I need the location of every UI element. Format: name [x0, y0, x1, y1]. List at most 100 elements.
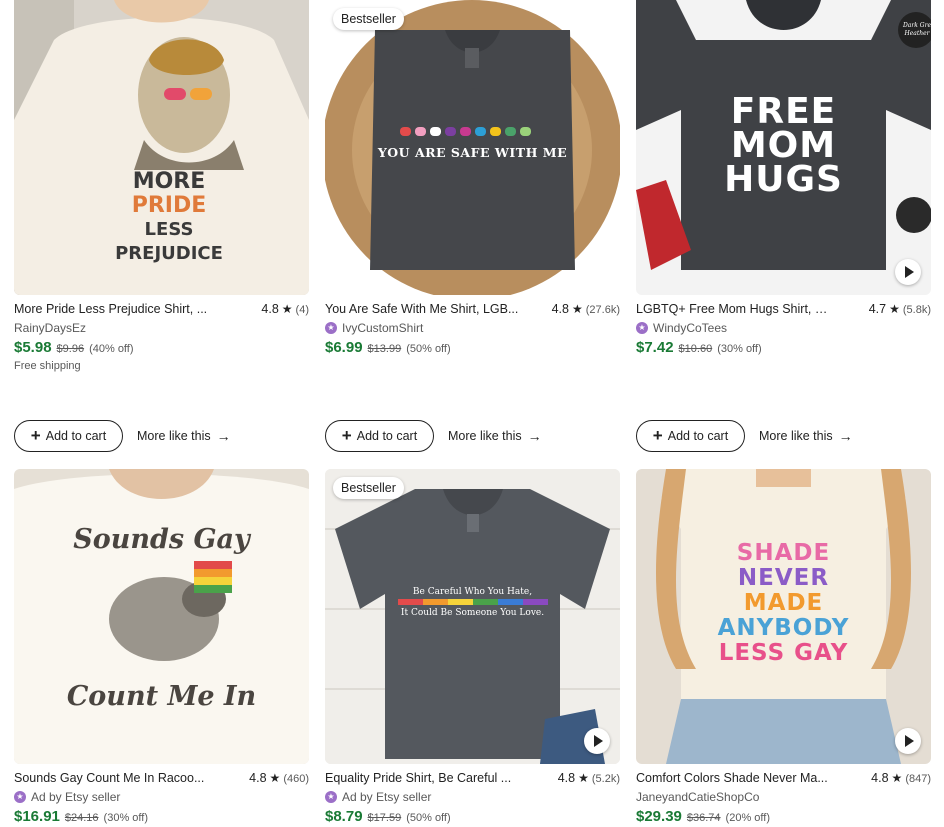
bestseller-badge: Bestseller — [333, 477, 404, 499]
star-icon: ★ — [571, 302, 583, 316]
product-title[interactable]: More Pride Less Prejudice Shirt, ... — [14, 302, 207, 316]
product-title[interactable]: You Are Safe With Me Shirt, LGB... — [325, 302, 518, 316]
arrow-right-icon: → — [838, 428, 853, 444]
shirt-text: It Could Be Someone You Love. — [400, 608, 545, 618]
shop-name[interactable]: ★ IvyCustomShirt — [325, 320, 620, 335]
price-row: $6.99 $13.99 (50% off) — [325, 339, 620, 356]
arrow-right-icon: → — [527, 428, 542, 444]
star-seller-icon: ★ — [325, 790, 337, 803]
price-row: $7.42 $10.60 (30% off) — [636, 339, 931, 356]
shirt-text: Count Me In — [66, 681, 257, 712]
price-row: $29.39 $36.74 (20% off) — [636, 808, 931, 825]
shirt-text: Sounds Gay — [73, 524, 250, 555]
star-icon: ★ — [891, 771, 903, 785]
price-row: $16.91 $24.16 (30% off) — [14, 808, 309, 825]
shirt-text: SHADE — [736, 540, 831, 566]
sale-price: $5.98 — [14, 339, 52, 356]
rating: 4.8 ★ (27.6k) — [552, 302, 620, 317]
price-row: $5.98 $9.96 (40% off) — [14, 339, 309, 356]
shirt-text: FREE — [730, 91, 837, 132]
review-count: (847) — [905, 773, 931, 785]
product-card[interactable]: Sounds Gay Count Me In Sounds Gay Count … — [14, 469, 309, 825]
product-title[interactable]: LGBTQ+ Free Mom Hugs Shirt, G... — [636, 302, 834, 316]
add-to-cart-button[interactable]: + Add to cart — [14, 420, 123, 452]
original-price: $13.99 — [367, 343, 402, 355]
rating: 4.8 ★ (5.2k) — [558, 771, 620, 786]
shirt-text: LESS GAY — [718, 640, 849, 666]
more-like-this-link[interactable]: More like this → — [759, 428, 853, 444]
tag-text: Heather — [904, 30, 930, 37]
discount: (50% off) — [406, 343, 451, 355]
rating-value: 4.8 — [551, 302, 569, 316]
tag-text: Dark Gre — [902, 22, 931, 29]
discount: (50% off) — [406, 812, 451, 824]
product-title[interactable]: Sounds Gay Count Me In Racoo... — [14, 771, 204, 785]
original-price: $24.16 — [64, 812, 99, 824]
shirt-text: LESS PREJUDICE — [115, 219, 223, 264]
star-icon: ★ — [281, 302, 293, 316]
discount: (20% off) — [725, 812, 770, 824]
add-to-cart-button[interactable]: + Add to cart — [325, 420, 434, 452]
review-count: (4) — [295, 304, 309, 316]
shirt-text: MORE — [132, 169, 206, 194]
rating-value: 4.8 — [557, 771, 576, 785]
star-icon: ★ — [578, 771, 589, 785]
product-image[interactable]: YOU ARE SAFE WITH ME Bestseller — [325, 0, 620, 295]
free-shipping: Free shipping — [14, 360, 81, 372]
arrow-right-icon: → — [216, 428, 231, 444]
price-row: $8.79 $17.59 (50% off) — [325, 808, 620, 825]
more-like-this-link[interactable]: More like this → — [137, 428, 231, 444]
product-title[interactable]: Equality Pride Shirt, Be Careful ... — [325, 771, 511, 785]
rating: 4.8 ★ (847) — [871, 771, 931, 786]
shop-name[interactable]: ★ WindyCoTees — [636, 320, 931, 335]
shop-name[interactable]: RainyDaysEz — [14, 320, 309, 335]
rating: 4.8 ★ (4) — [261, 302, 309, 317]
original-price: $17.59 — [367, 812, 402, 824]
rating: 4.7 ★ (5.8k) — [869, 302, 931, 317]
plus-icon: + — [30, 426, 41, 445]
shirt-text: YOU ARE SAFE WITH ME — [377, 145, 568, 160]
product-image[interactable]: Be Careful Who You Hate, It Could Be Som… — [325, 469, 620, 764]
product-card[interactable]: MORE PRIDE LESS PREJUDICE More Pride Les… — [14, 0, 309, 452]
sale-price: $8.79 — [325, 808, 363, 825]
product-card[interactable]: FREE MOM HUGS Dark Gre Heather LGBTQ+ Fr… — [636, 0, 931, 452]
shirt-text: MOM — [730, 125, 837, 166]
product-image[interactable]: Sounds Gay Count Me In — [14, 469, 309, 764]
discount: (30% off) — [717, 343, 762, 355]
product-card[interactable]: YOU ARE SAFE WITH ME Bestseller You Are … — [325, 0, 620, 452]
sale-price: $29.39 — [636, 808, 682, 825]
original-price: $10.60 — [678, 343, 713, 355]
ad-label: ★ Ad by Etsy seller — [325, 789, 620, 804]
product-card[interactable]: SHADE NEVER MADE ANYBODY LESS GAY Comfor… — [636, 469, 931, 825]
shop-name[interactable]: JaneyandCatieShopCo — [636, 789, 931, 804]
more-like-this-link[interactable]: More like this → — [448, 428, 542, 444]
play-icon[interactable] — [895, 728, 921, 754]
shirt-text: PRIDE — [131, 193, 207, 218]
original-price: $36.74 — [686, 812, 721, 824]
plus-icon: + — [652, 426, 663, 445]
shirt-text: Be Careful Who You Hate, — [412, 587, 533, 597]
product-card[interactable]: Be Careful Who You Hate, It Could Be Som… — [325, 469, 620, 825]
sale-price: $7.42 — [636, 339, 674, 356]
review-count: (460) — [283, 773, 309, 785]
shirt-text: NEVER — [737, 565, 830, 591]
product-image[interactable]: SHADE NEVER MADE ANYBODY LESS GAY — [636, 469, 931, 764]
sale-price: $16.91 — [14, 808, 60, 825]
star-seller-icon: ★ — [14, 790, 26, 803]
review-count: (5.8k) — [902, 304, 931, 316]
ad-label: ★ Ad by Etsy seller — [14, 789, 309, 804]
rating-value: 4.8 — [249, 771, 267, 785]
add-to-cart-button[interactable]: + Add to cart — [636, 420, 745, 452]
discount: (40% off) — [89, 343, 134, 355]
play-icon[interactable] — [584, 728, 610, 754]
rating: 4.8 ★ (460) — [249, 771, 309, 786]
shirt-text: ANYBODY — [717, 615, 850, 641]
star-icon: ★ — [889, 302, 900, 316]
product-image[interactable]: MORE PRIDE LESS PREJUDICE — [14, 0, 309, 295]
play-icon[interactable] — [895, 259, 921, 285]
sale-price: $6.99 — [325, 339, 363, 356]
product-image[interactable]: FREE MOM HUGS Dark Gre Heather — [636, 0, 931, 295]
rating-value: 4.8 — [871, 771, 889, 785]
star-seller-icon: ★ — [325, 321, 337, 334]
product-title[interactable]: Comfort Colors Shade Never Ma... — [636, 771, 828, 785]
